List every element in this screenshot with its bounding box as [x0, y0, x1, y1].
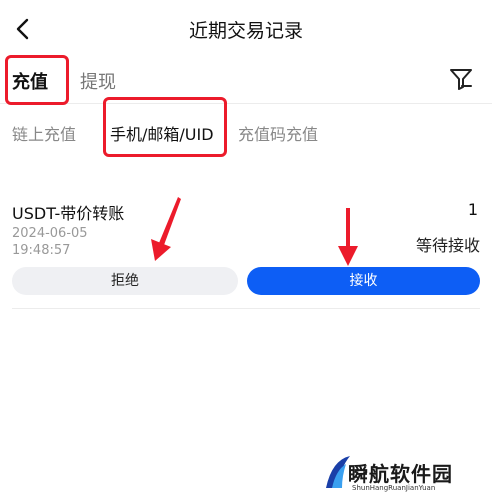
record-timestamp: 2024-06-05 19:48:57 — [12, 225, 88, 259]
accept-button[interactable]: 接收 — [247, 267, 480, 295]
record-time: 19:48:57 — [12, 243, 71, 258]
arrow-to-accept-icon — [338, 208, 358, 266]
tab-withdraw[interactable]: 提现 — [80, 68, 116, 94]
filter-icon[interactable] — [448, 66, 474, 92]
subtab-onchain[interactable]: 链上充值 — [12, 121, 76, 145]
record-date: 2024-06-05 — [12, 226, 88, 241]
record-divider — [12, 308, 480, 309]
record-title: USDT-带价转账 — [12, 204, 125, 223]
highlight-recharge-tab — [5, 55, 69, 105]
watermark-subtext: ShunHangRuanJianYuan — [352, 484, 436, 492]
arrow-to-reject-icon — [151, 197, 181, 261]
highlight-phone-subtab — [103, 97, 227, 157]
tabs-divider — [0, 103, 492, 104]
record-amount: 1 — [467, 200, 478, 219]
watermark-text: 瞬航软件园 — [348, 462, 453, 486]
record-status: 等待接收 — [415, 236, 480, 255]
subtab-code-recharge[interactable]: 充值码充值 — [238, 121, 318, 145]
reject-button[interactable]: 拒绝 — [12, 267, 238, 295]
page-title: 近期交易记录 — [188, 20, 303, 42]
